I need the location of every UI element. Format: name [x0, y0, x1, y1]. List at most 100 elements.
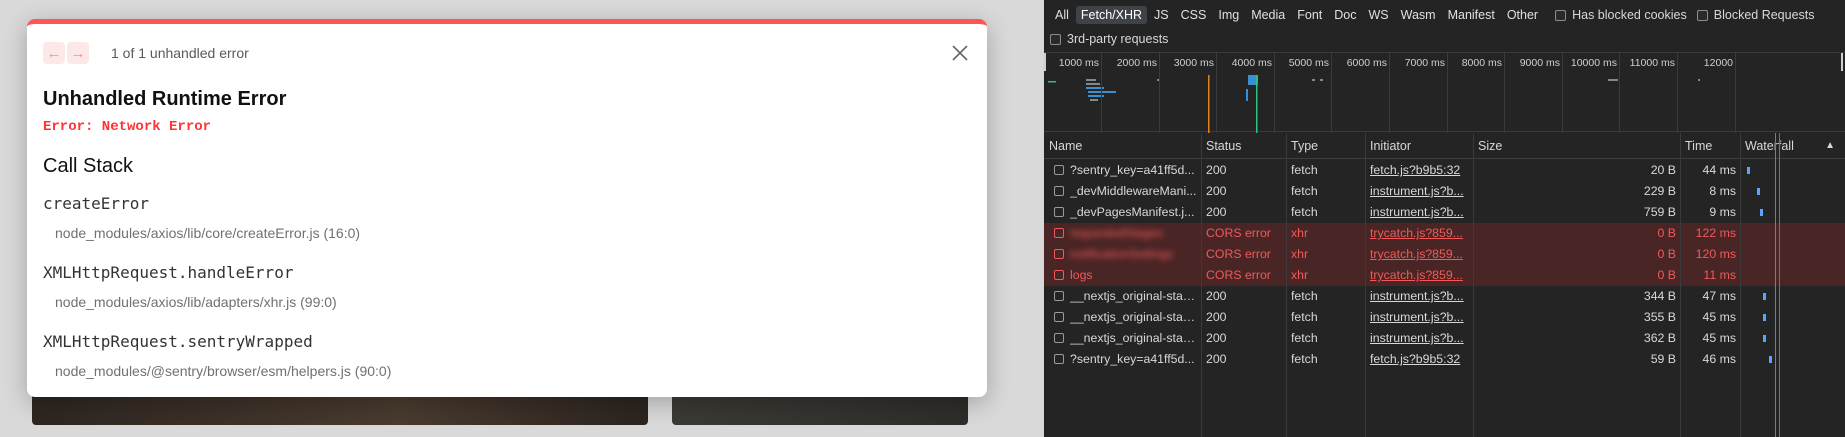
column-header-waterfall[interactable]: Waterfall ▲	[1740, 133, 1845, 159]
request-initiator[interactable]: trycatch.js?859...	[1370, 244, 1471, 265]
request-type: fetch	[1291, 163, 1318, 177]
checkbox-box[interactable]	[1555, 9, 1567, 21]
request-initiator[interactable]: instrument.js?b...	[1370, 328, 1471, 349]
request-initiator[interactable]: instrument.js?b...	[1370, 307, 1471, 328]
column-header-name[interactable]: Name	[1044, 133, 1201, 159]
error-message: Error: Network Error	[43, 119, 212, 135]
column-divider[interactable]	[1740, 133, 1741, 437]
timeline-tick-label: 6000 ms	[1346, 57, 1387, 69]
stack-frame-file[interactable]: node_modules/@sentry/browser/esm/helpers…	[55, 363, 391, 379]
request-status: 200	[1206, 310, 1227, 324]
request-type: xhr	[1291, 268, 1309, 282]
request-row[interactable]: __nextjs_original-stac... 200 fetch instrum…	[1044, 328, 1845, 349]
blocked-requests-checkbox[interactable]: Blocked Requests	[1696, 8, 1815, 22]
timeline-tick-label: 8000 ms	[1461, 57, 1502, 69]
checkbox-box[interactable]	[1696, 9, 1708, 21]
call-stack-heading: Call Stack	[43, 155, 134, 177]
request-type-icon	[1054, 270, 1064, 280]
column-divider[interactable]	[1473, 133, 1474, 437]
filter-type-manifest[interactable]: Manifest	[1443, 6, 1500, 24]
request-size: 759 B	[1643, 205, 1676, 219]
request-size: 344 B	[1643, 289, 1676, 303]
request-size: 0 B	[1657, 226, 1676, 240]
request-status: 200	[1206, 352, 1227, 366]
network-requests-table: Name Status Type Initiator Size Time Wat…	[1044, 133, 1845, 437]
filter-type-doc[interactable]: Doc	[1329, 6, 1361, 24]
timeline-gridline	[1504, 53, 1505, 133]
network-filter-bar: All Fetch/XHR JS CSS Img Media Font Doc WS Wasm Ma…	[1044, 0, 1845, 52]
timeline-gridline	[1735, 53, 1736, 133]
filter-type-font[interactable]: Font	[1292, 6, 1327, 24]
stack-frame[interactable]: XMLHttpRequest.sentryWrapped node_module…	[43, 332, 391, 379]
request-initiator[interactable]: trycatch.js?859...	[1370, 223, 1471, 244]
column-header-type[interactable]: Type	[1286, 133, 1365, 159]
request-row[interactable]: _devPagesManifest.j... 200 fetch instrument…	[1044, 202, 1845, 223]
timeline-tick-label: 10000 ms	[1570, 57, 1617, 69]
timeline-tick-label: 3000 ms	[1173, 57, 1214, 69]
third-party-label: 3rd-party requests	[1067, 32, 1169, 46]
request-type-icon	[1054, 354, 1064, 364]
column-divider[interactable]	[1365, 133, 1366, 437]
next-error-button[interactable]: →	[67, 42, 89, 64]
filter-type-media[interactable]: Media	[1246, 6, 1290, 24]
request-status: 200	[1206, 163, 1227, 177]
timeline-tick-label: 1000 ms	[1058, 57, 1099, 69]
third-party-filter-row: 3rd-party requests	[1050, 28, 1168, 50]
third-party-checkbox[interactable]: 3rd-party requests	[1050, 32, 1168, 46]
devtools-network-panel: All Fetch/XHR JS CSS Img Media Font Doc WS Wasm Ma…	[1044, 0, 1845, 437]
request-time: 44 ms	[1702, 163, 1737, 177]
request-size: 362 B	[1643, 331, 1676, 345]
filter-type-js[interactable]: JS	[1149, 6, 1174, 24]
column-divider[interactable]	[1680, 133, 1681, 437]
filter-type-fetch-xhr[interactable]: Fetch/XHR	[1075, 6, 1148, 24]
waterfall-bar	[1769, 356, 1772, 363]
request-type: fetch	[1291, 289, 1318, 303]
network-timeline-overview[interactable]: 1000 ms 2000 ms 3000 ms 4000 ms 5000 ms 6000 …	[1044, 52, 1845, 133]
column-divider[interactable]	[1286, 133, 1287, 437]
request-row[interactable]: notificationSettings CORS error xhr trycatc…	[1044, 244, 1845, 265]
request-initiator[interactable]: fetch.js?b9b5:32	[1370, 349, 1471, 370]
request-initiator[interactable]: fetch.js?b9b5:32	[1370, 160, 1471, 181]
waterfall-bar	[1763, 293, 1766, 300]
column-header-status[interactable]: Status	[1201, 133, 1286, 159]
request-row[interactable]: logs CORS error xhr trycatch.js?859... 0 B 11…	[1044, 265, 1845, 286]
close-overlay-button[interactable]	[949, 42, 971, 64]
request-size: 229 B	[1643, 184, 1676, 198]
stack-frame-file[interactable]: node_modules/axios/lib/adapters/xhr.js (…	[55, 294, 337, 310]
filter-type-all[interactable]: All	[1050, 6, 1074, 24]
column-header-time[interactable]: Time	[1680, 133, 1740, 159]
timeline-gridline	[1447, 53, 1448, 133]
request-row[interactable]: __nextjs_original-stac... 200 fetch instrum…	[1044, 307, 1845, 328]
timeline-gridline	[1101, 53, 1102, 133]
waterfall-bar	[1760, 209, 1763, 216]
filter-type-other[interactable]: Other	[1502, 6, 1543, 24]
column-header-size[interactable]: Size	[1473, 133, 1680, 159]
request-initiator[interactable]: instrument.js?b...	[1370, 202, 1471, 223]
stack-frame[interactable]: createError node_modules/axios/lib/core/…	[43, 194, 360, 241]
stack-frame[interactable]: XMLHttpRequest.handleError node_modules/…	[43, 263, 337, 310]
checkbox-box[interactable]	[1050, 33, 1061, 45]
timeline-gridline	[1619, 53, 1620, 133]
request-initiator[interactable]: instrument.js?b...	[1370, 181, 1471, 202]
request-size: 20 B	[1650, 163, 1676, 177]
request-initiator[interactable]: trycatch.js?859...	[1370, 265, 1471, 286]
request-row[interactable]: ?sentry_key=a41ff5d... 200 fetch fetch.js?b…	[1044, 160, 1845, 181]
request-name: logs	[1070, 268, 1093, 282]
previous-error-button[interactable]: ←	[43, 42, 65, 64]
has-blocked-cookies-checkbox[interactable]: Has blocked cookies	[1555, 8, 1687, 22]
request-row[interactable]: _devMiddlewareMani... 200 fetch instrument.…	[1044, 181, 1845, 202]
timeline-gridline	[1331, 53, 1332, 133]
filter-type-img[interactable]: Img	[1213, 6, 1244, 24]
stack-frame-file[interactable]: node_modules/axios/lib/core/createError.…	[55, 225, 360, 241]
column-divider[interactable]	[1201, 133, 1202, 437]
request-row[interactable]: __nextjs_original-stac... 200 fetch instrum…	[1044, 286, 1845, 307]
request-row[interactable]: ?sentry_key=a41ff5d... 200 fetch fetch.js?b…	[1044, 349, 1845, 370]
request-row[interactable]: requestedStages CORS error xhr trycatch.js?…	[1044, 223, 1845, 244]
request-time: 11 ms	[1703, 268, 1736, 282]
filter-type-wasm[interactable]: Wasm	[1396, 6, 1441, 24]
filter-type-ws[interactable]: WS	[1363, 6, 1393, 24]
filter-type-css[interactable]: CSS	[1176, 6, 1212, 24]
request-initiator[interactable]: instrument.js?b...	[1370, 286, 1471, 307]
column-header-initiator[interactable]: Initiator	[1365, 133, 1473, 159]
request-status: CORS error	[1206, 226, 1271, 240]
